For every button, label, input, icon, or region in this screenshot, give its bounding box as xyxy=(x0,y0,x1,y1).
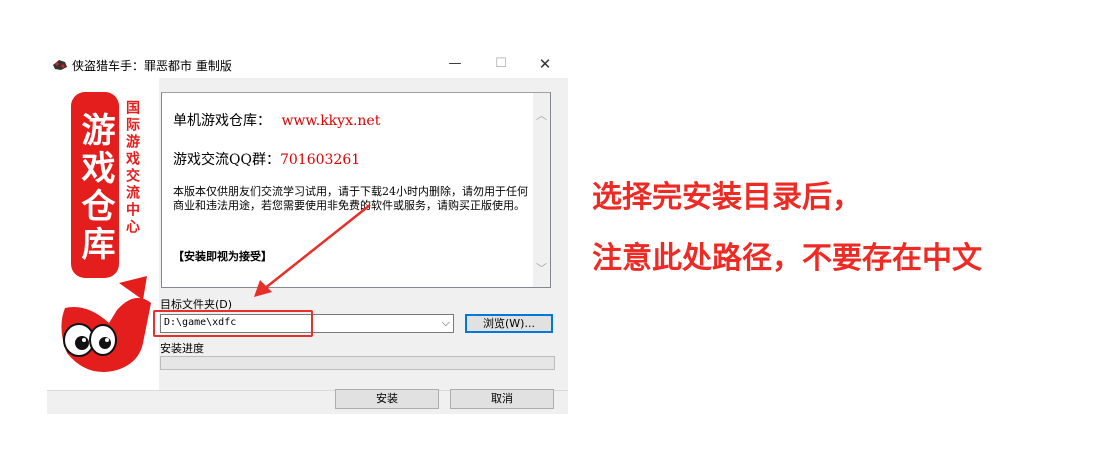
instruction-line-2: 注意此处路径，不要存在中文 xyxy=(592,241,982,276)
instruction-line-1: 选择完安装目录后， xyxy=(592,180,862,215)
